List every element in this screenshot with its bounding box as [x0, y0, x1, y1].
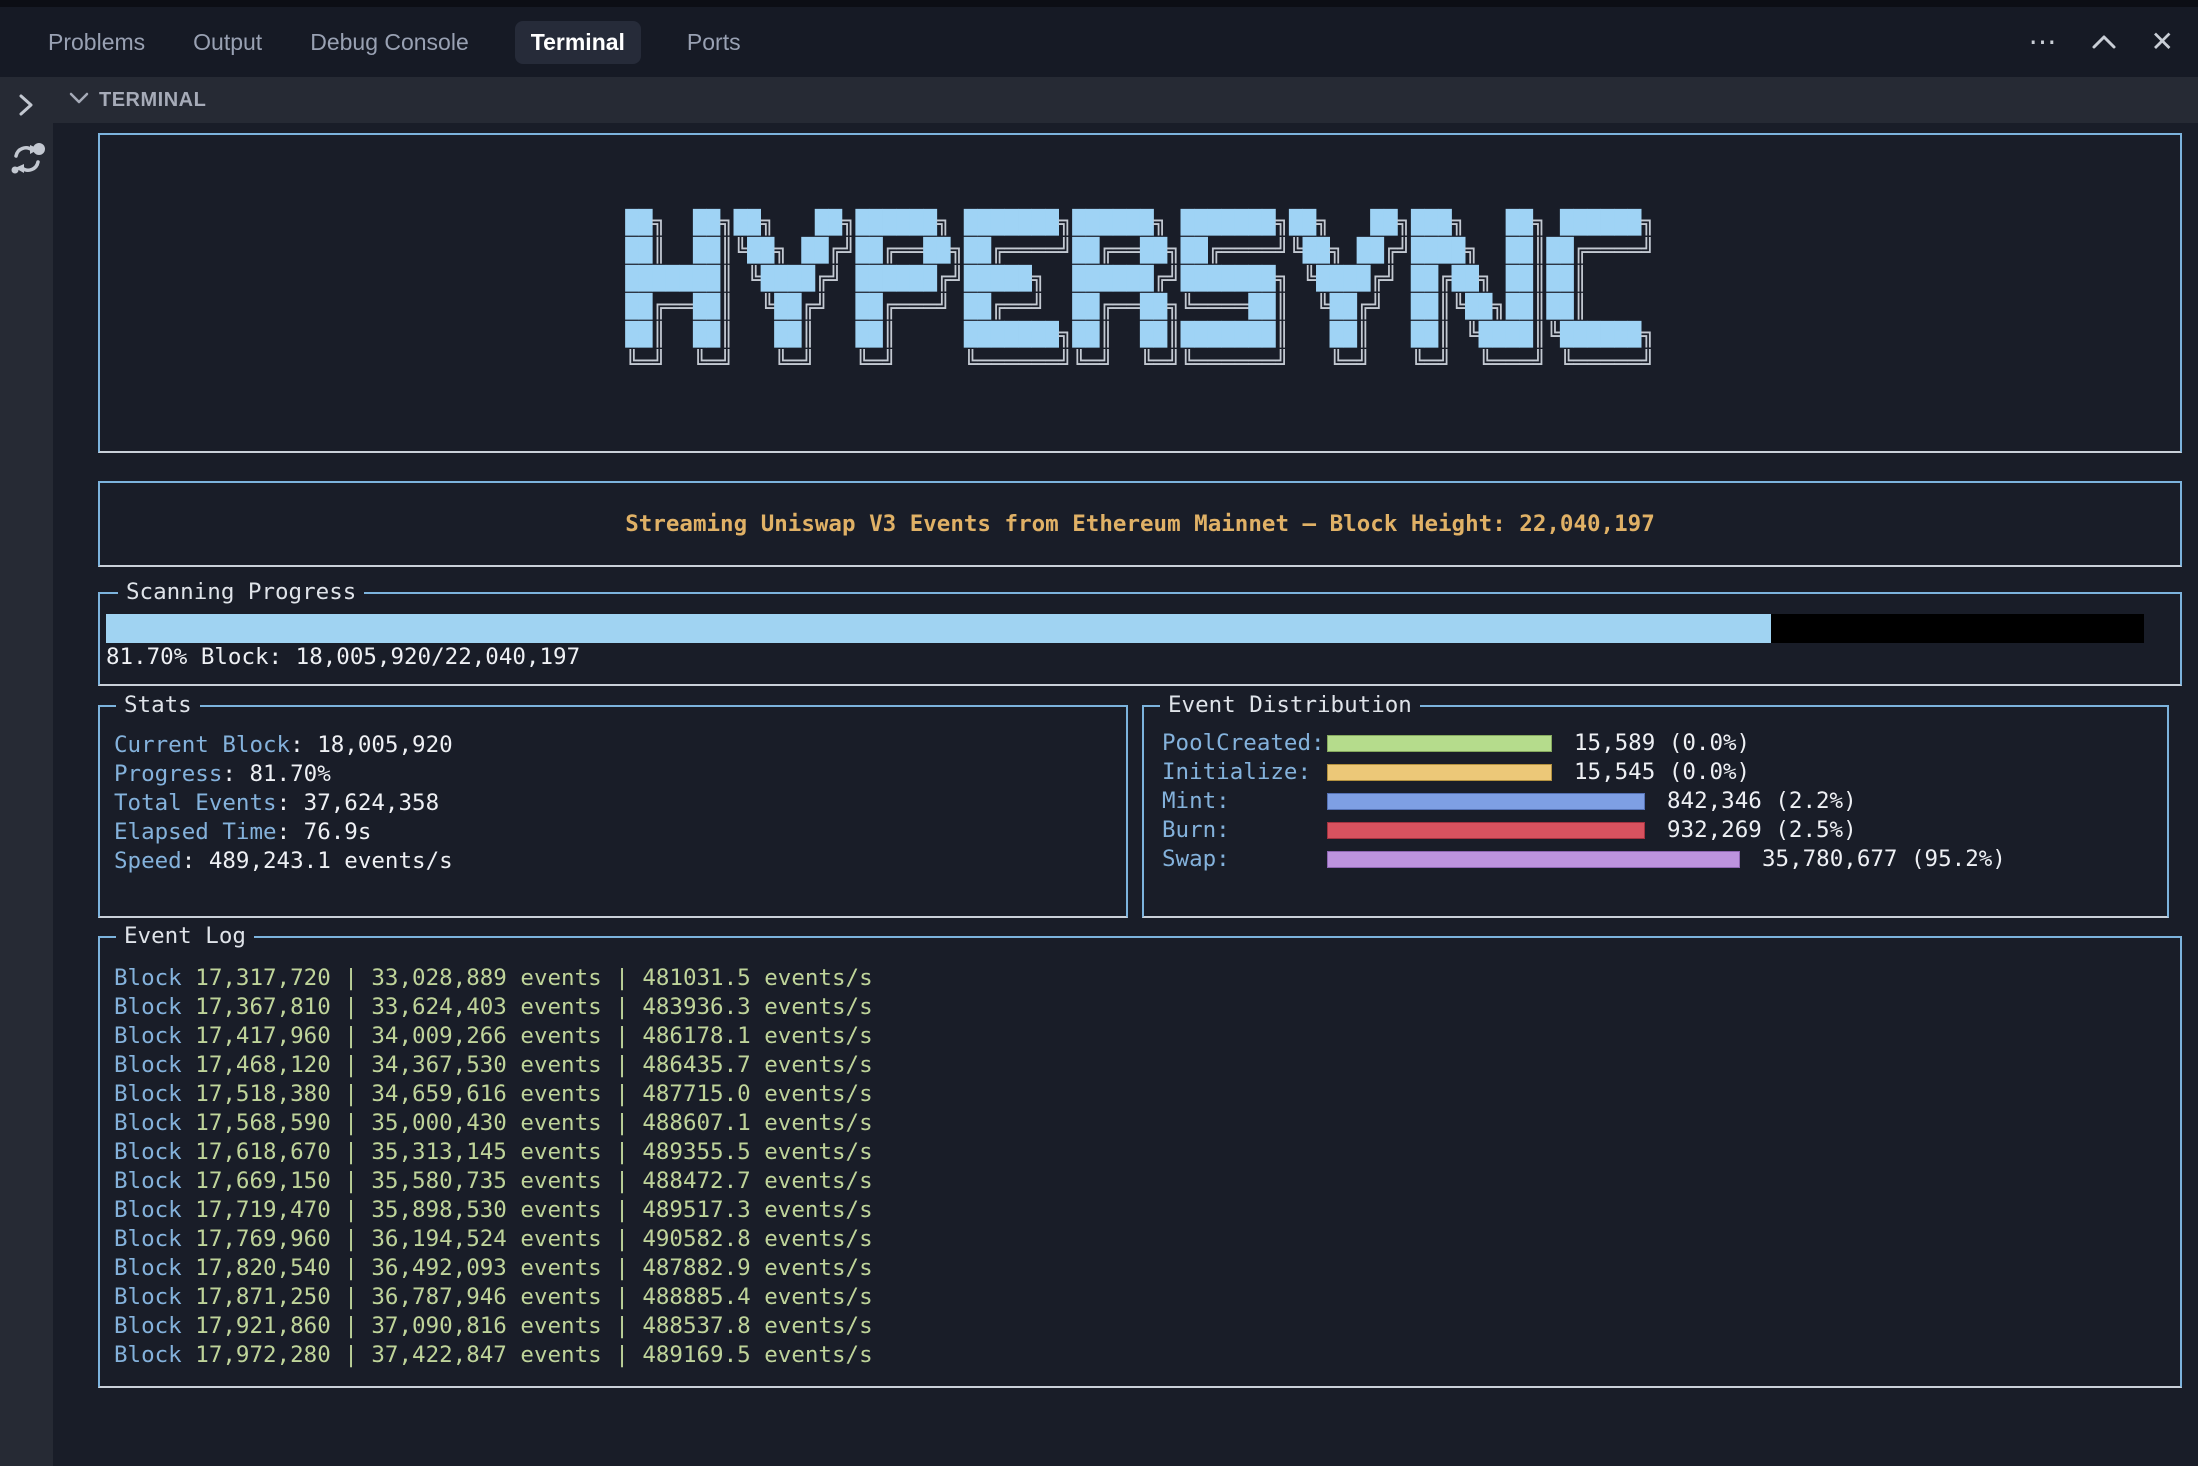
log-row: Block 17,468,120 | 34,367,530 events | 4…: [114, 1051, 2180, 1080]
stream-info-box: Streaming Uniswap V3 Events from Ethereu…: [98, 481, 2182, 567]
event-log-title: Event Log: [116, 922, 254, 951]
log-row: Block 17,317,720 | 33,028,889 events | 4…: [114, 964, 2180, 993]
stats-box: Stats Current Block: 18,005,920 Progress…: [98, 705, 1128, 918]
event-distribution-title: Event Distribution: [1160, 691, 1420, 720]
log-row: Block 17,417,960 | 34,009,266 events | 4…: [114, 1022, 2180, 1051]
log-row: Block 17,518,380 | 34,659,616 events | 4…: [114, 1080, 2180, 1109]
burn-bar: [1327, 822, 1645, 839]
log-row: Block 17,921,860 | 37,090,816 events | 4…: [114, 1312, 2180, 1341]
terminal-output-area[interactable]: ██╗ ██╗██╗ ██╗██████╗ ███████╗██████╗ ██…: [53, 123, 2198, 1466]
log-row: Block 17,972,280 | 37,422,847 events | 4…: [114, 1341, 2180, 1370]
log-row: Block 17,769,960 | 36,194,524 events | 4…: [114, 1225, 2180, 1254]
stats-title: Stats: [116, 691, 200, 720]
log-row: Block 17,367,810 | 33,624,403 events | 4…: [114, 993, 2180, 1022]
poolcreated-bar: [1327, 735, 1552, 752]
tab-ports[interactable]: Ports: [685, 21, 743, 64]
log-row: Block 17,618,670 | 35,313,145 events | 4…: [114, 1138, 2180, 1167]
close-panel-icon[interactable]: ✕: [2151, 28, 2174, 56]
stat-current-block: Current Block: 18,005,920: [114, 731, 1126, 760]
event-distribution-box: Event Distribution PoolCreated: 15,589 (…: [1142, 705, 2169, 918]
stat-total-events: Total Events: 37,624,358: [114, 789, 1126, 818]
progress-bar-fill: [106, 614, 1771, 643]
panel-tabs: Problems Output Debug Console Terminal P…: [46, 21, 743, 64]
terminal-header-row: TERMINAL: [53, 77, 2198, 123]
mint-bar: [1327, 793, 1645, 810]
panel-tab-bar: Problems Output Debug Console Terminal P…: [0, 0, 2198, 77]
dist-row-poolcreated: PoolCreated: 15,589 (0.0%): [1162, 729, 2167, 758]
scanning-progress-box: Scanning Progress 81.70% Block: 18,005,9…: [98, 592, 2182, 686]
tab-problems[interactable]: Problems: [46, 21, 147, 64]
progress-status-text: 81.70% Block: 18,005,920/22,040,197: [106, 643, 2180, 672]
dist-row-mint: Mint: 842,346 (2.2%): [1162, 787, 2167, 816]
stats-distribution-row: Stats Current Block: 18,005,920 Progress…: [98, 705, 2182, 918]
event-log-box: Event Log Block 17,317,720 | 33,028,889 …: [98, 936, 2182, 1388]
swap-bar: [1327, 851, 1740, 868]
dist-row-initialize: Initialize: 15,545 (0.0%): [1162, 758, 2167, 787]
panel-controls: ⋯ ✕: [2029, 28, 2174, 56]
stat-elapsed-time: Elapsed Time: 76.9s: [114, 818, 1126, 847]
log-row: Block 17,669,150 | 35,580,735 events | 4…: [114, 1167, 2180, 1196]
stat-progress: Progress: 81.70%: [114, 760, 1126, 789]
stream-info-text: Streaming Uniswap V3 Events from Ethereu…: [625, 510, 1655, 539]
tab-terminal[interactable]: Terminal: [515, 21, 641, 64]
log-row: Block 17,820,540 | 36,492,093 events | 4…: [114, 1254, 2180, 1283]
progress-bar-track: [106, 614, 2144, 643]
initialize-bar: [1327, 764, 1552, 781]
hypersync-ascii: ██╗ ██╗██╗ ██╗██████╗ ███████╗██████╗ ██…: [625, 209, 1655, 377]
dist-row-swap: Swap: 35,780,677 (95.2%): [1162, 845, 2167, 874]
chevron-down-icon[interactable]: [67, 89, 91, 112]
log-row: Block 17,719,470 | 35,898,530 events | 4…: [114, 1196, 2180, 1225]
tab-output[interactable]: Output: [191, 21, 264, 64]
hypersync-banner-box: ██╗ ██╗██╗ ██╗██████╗ ███████╗██████╗ ██…: [98, 133, 2182, 453]
maximize-panel-icon[interactable]: [2091, 33, 2117, 51]
dist-row-burn: Burn: 932,269 (2.5%): [1162, 816, 2167, 845]
terminal-section-label: TERMINAL: [99, 89, 206, 112]
stat-speed: Speed: 489,243.1 events/s: [114, 847, 1126, 876]
log-row: Block 17,568,590 | 35,000,430 events | 4…: [114, 1109, 2180, 1138]
log-row: Block 17,871,250 | 36,787,946 events | 4…: [114, 1283, 2180, 1312]
panel-left-gutter: [0, 77, 53, 1466]
sync-terminals-icon[interactable]: [8, 140, 53, 183]
expand-panel-icon[interactable]: [14, 91, 53, 124]
hypersync-tui: ██╗ ██╗██╗ ██╗██████╗ ███████╗██████╗ ██…: [98, 133, 2182, 1388]
scanning-progress-title: Scanning Progress: [118, 578, 364, 607]
more-actions-icon[interactable]: ⋯: [2029, 28, 2057, 56]
tab-debug-console[interactable]: Debug Console: [308, 21, 471, 64]
